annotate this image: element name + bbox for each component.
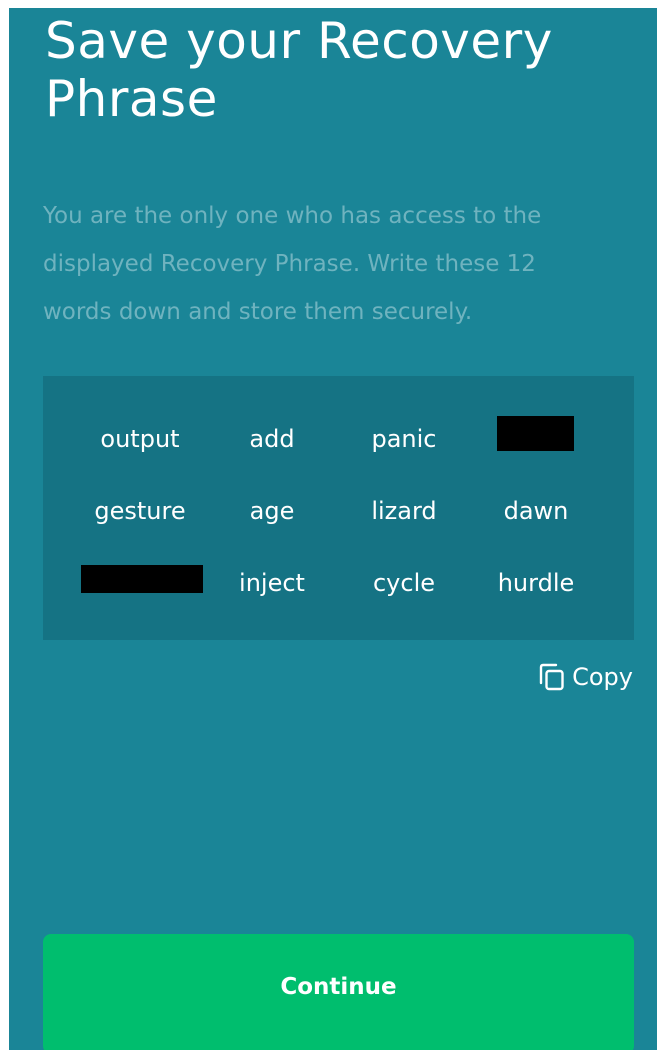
description-line-1: You are the only one who has access to t…: [43, 203, 542, 229]
phrase-word-11: cycle: [372, 569, 436, 597]
copy-button[interactable]: Copy: [538, 662, 633, 692]
description-text: You are the only one who has access to t…: [43, 192, 643, 336]
copy-icon: [539, 663, 564, 691]
title-line-2: Phrase: [45, 70, 218, 128]
phrase-word-1: output: [100, 425, 180, 453]
recovery-phrase-screen: Save your Recovery Phrase You are the on…: [9, 8, 657, 1050]
copy-label: Copy: [572, 663, 633, 691]
phrase-word-12: hurdle: [497, 569, 575, 597]
title-line-1: Save your Recovery: [45, 12, 553, 70]
phrase-word-9-redaction: [81, 565, 203, 593]
phrase-word-10: inject: [239, 569, 305, 597]
phrase-word-7: lizard: [371, 497, 437, 525]
phrase-word-5: gesture: [94, 497, 186, 525]
description-line-3: words down and store them securely.: [43, 299, 473, 325]
phrase-word-4-redaction: [497, 416, 574, 451]
recovery-phrase-grid: output add panic gesture age lizard dawn…: [43, 376, 634, 640]
phrase-word-8: dawn: [503, 497, 569, 525]
phrase-word-2: add: [249, 425, 295, 453]
description-line-2: displayed Recovery Phrase. Write these 1…: [43, 251, 536, 277]
phrase-word-3: panic: [371, 425, 437, 453]
continue-button[interactable]: Continue: [43, 934, 634, 1050]
page-title: Save your Recovery Phrase: [45, 12, 645, 128]
phrase-word-6: age: [249, 497, 295, 525]
